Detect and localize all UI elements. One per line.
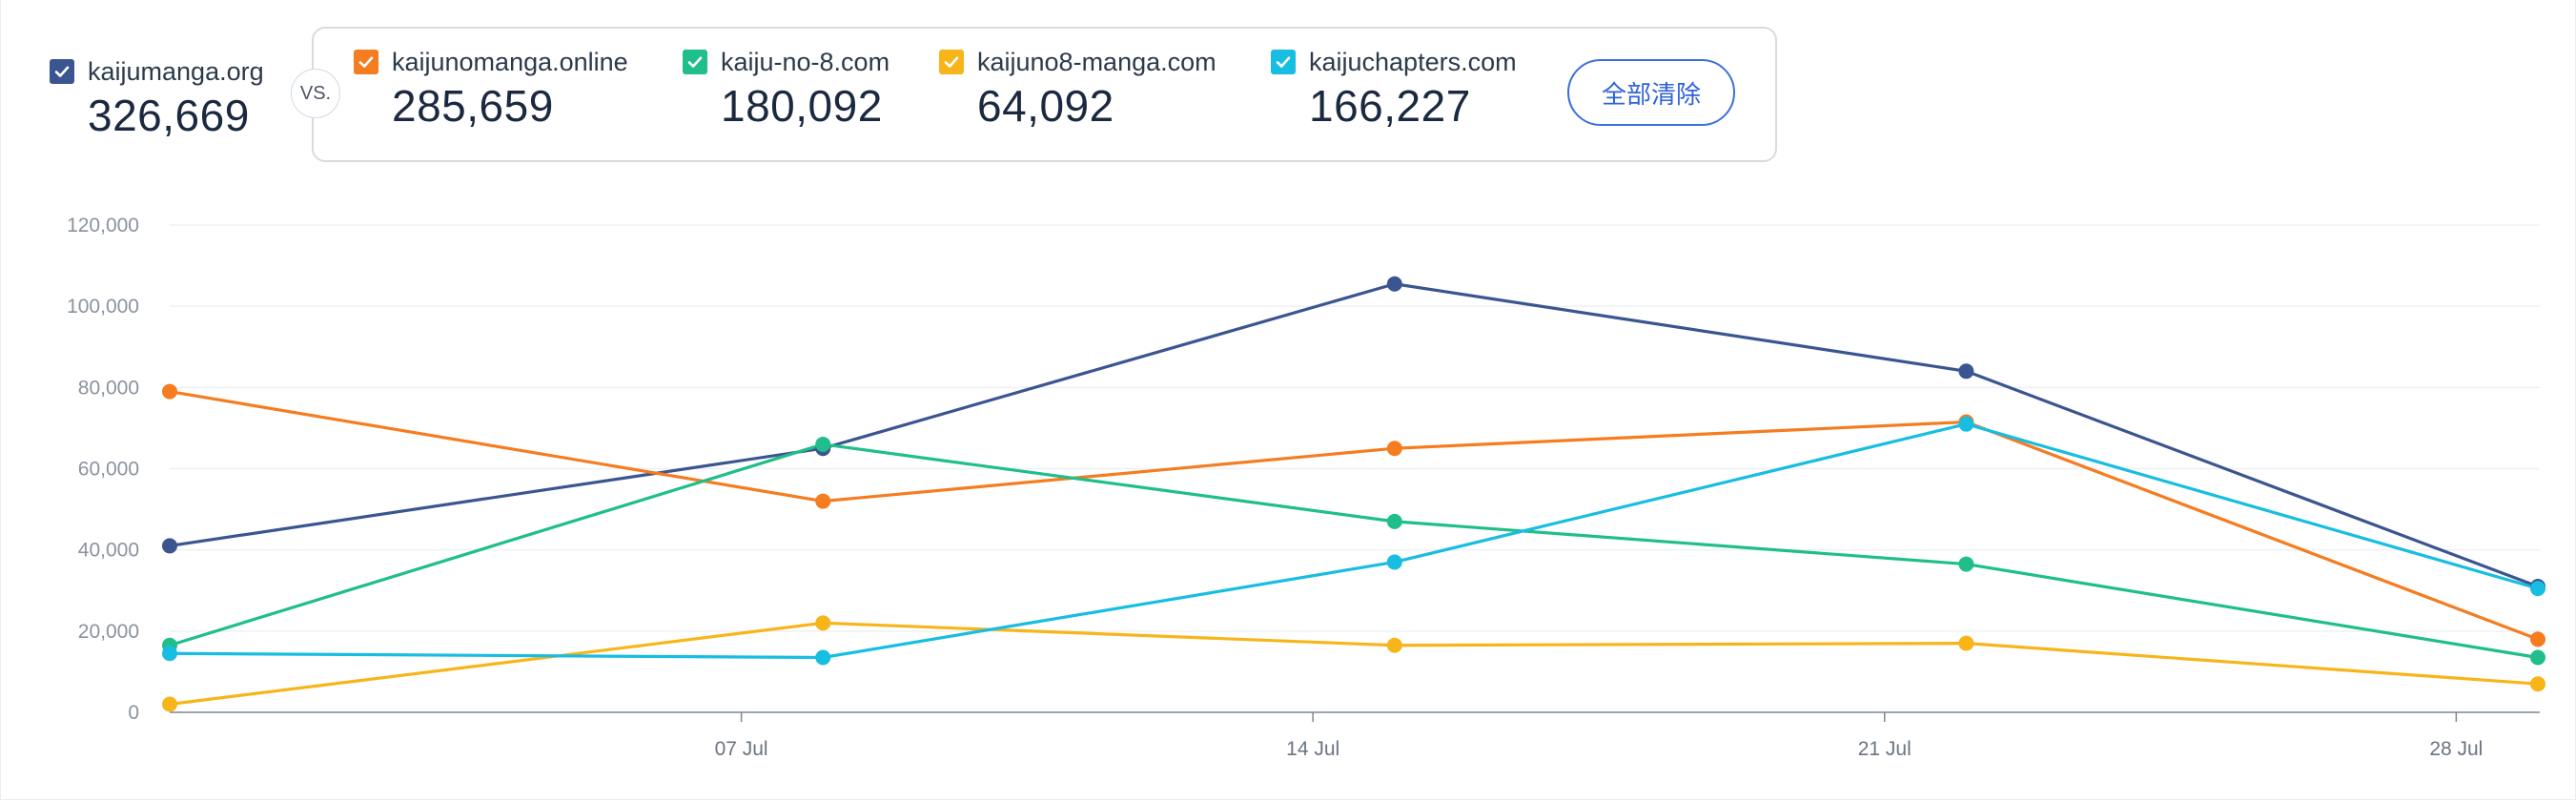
y-tick-label: 80,000 <box>78 377 139 399</box>
data-point <box>1958 416 1974 432</box>
series-line-5 <box>169 422 2539 660</box>
data-point <box>1386 513 1402 529</box>
x-tick-label: 21 Jul <box>1858 738 1912 760</box>
y-tick-label: 100,000 <box>67 296 139 318</box>
data-point <box>815 436 831 452</box>
data-point <box>2530 631 2545 647</box>
y-axis-ticks: 0 20,000 40,000 60,000 80,000 100,000 120,000 <box>67 215 139 724</box>
data-point <box>162 538 177 554</box>
data-point <box>162 646 177 662</box>
x-tick-label: 07 Jul <box>715 738 768 760</box>
data-point <box>1958 635 1974 651</box>
data-point <box>1386 637 1402 653</box>
x-tick-label: 14 Jul <box>1286 738 1339 760</box>
y-tick-label: 0 <box>128 702 139 724</box>
data-point <box>162 383 177 400</box>
series-line-3 <box>169 442 2539 660</box>
data-point <box>1386 554 1402 570</box>
line-chart: 020,00040,00060,00080,000100,000120,000 … <box>67 215 2545 760</box>
series-line-1 <box>169 282 2539 588</box>
x-axis: 07 Jul 14 Jul 21 Jul 28 Jul <box>170 711 2540 760</box>
data-point <box>1958 363 1974 380</box>
data-point <box>2530 649 2545 666</box>
y-tick-label: 20,000 <box>78 621 139 643</box>
y-tick-label: 40,000 <box>78 540 139 562</box>
data-point <box>162 696 177 712</box>
data-point <box>1958 556 1974 572</box>
data-point <box>815 615 831 631</box>
series-lines <box>169 282 2539 707</box>
data-point <box>1386 276 1402 292</box>
x-tick-label: 28 Jul <box>2429 738 2483 760</box>
data-point <box>1386 441 1402 457</box>
data-point <box>2530 581 2545 597</box>
data-point <box>815 493 831 509</box>
y-tick-label: 120,000 <box>67 215 139 236</box>
y-tick-label: 60,000 <box>78 459 139 481</box>
series-line-4 <box>169 621 2539 707</box>
vs-badge: VS. <box>291 69 340 118</box>
data-point <box>815 649 831 666</box>
data-point <box>2530 676 2545 692</box>
